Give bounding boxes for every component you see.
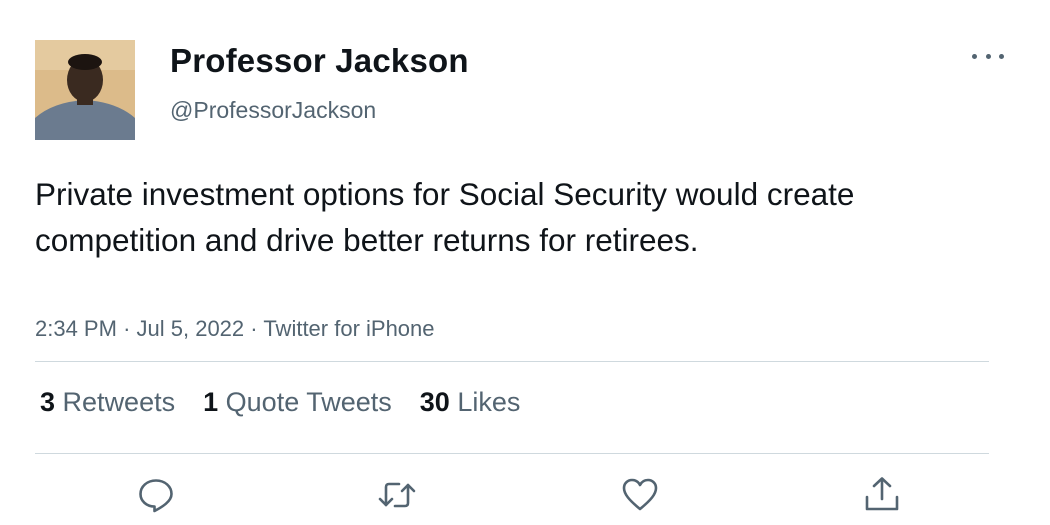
meta-separator: ·: [250, 316, 264, 341]
likes-count: 30: [419, 387, 450, 417]
tweet-source[interactable]: Twitter for iPhone: [263, 316, 434, 341]
share-icon: [865, 477, 899, 511]
divider: [35, 361, 989, 362]
likes-label: Likes: [457, 387, 521, 417]
profile-photo-icon: [35, 40, 135, 140]
reply-button[interactable]: [136, 475, 176, 515]
likes-stat[interactable]: 30 Likes: [420, 387, 521, 418]
more-options-icon[interactable]: [972, 46, 1004, 66]
tweet-date[interactable]: Jul 5, 2022: [137, 316, 245, 341]
more-dot: [999, 53, 1004, 59]
retweet-icon: [378, 482, 416, 508]
user-handle[interactable]: @ProfessorJackson: [170, 97, 376, 124]
meta-separator: ·: [123, 316, 137, 341]
quote-tweets-count: 1: [203, 387, 219, 417]
divider: [35, 453, 989, 454]
display-name[interactable]: Professor Jackson: [170, 42, 469, 80]
share-button[interactable]: [862, 475, 902, 515]
more-dot: [985, 53, 991, 59]
tweet-text: Private investment options for Social Se…: [35, 176, 855, 258]
like-icon: [622, 478, 658, 511]
more-dot: [972, 53, 977, 59]
retweet-button[interactable]: [377, 475, 417, 515]
like-button[interactable]: [620, 475, 660, 515]
retweets-stat[interactable]: 3 Retweets: [40, 387, 175, 418]
avatar[interactable]: [35, 40, 135, 140]
quote-tweets-label: Quote Tweets: [225, 387, 392, 417]
tweet-time[interactable]: 2:34 PM: [35, 316, 117, 341]
reply-icon: [139, 479, 173, 513]
retweets-label: Retweets: [62, 387, 176, 417]
engagement-stats: 3 Retweets 1 Quote Tweets 30 Likes: [40, 387, 548, 418]
retweets-count: 3: [40, 387, 56, 417]
quote-tweets-stat[interactable]: 1 Quote Tweets: [203, 387, 392, 418]
tweet-meta: 2:34 PM · Jul 5, 2022 · Twitter for iPho…: [35, 316, 435, 342]
